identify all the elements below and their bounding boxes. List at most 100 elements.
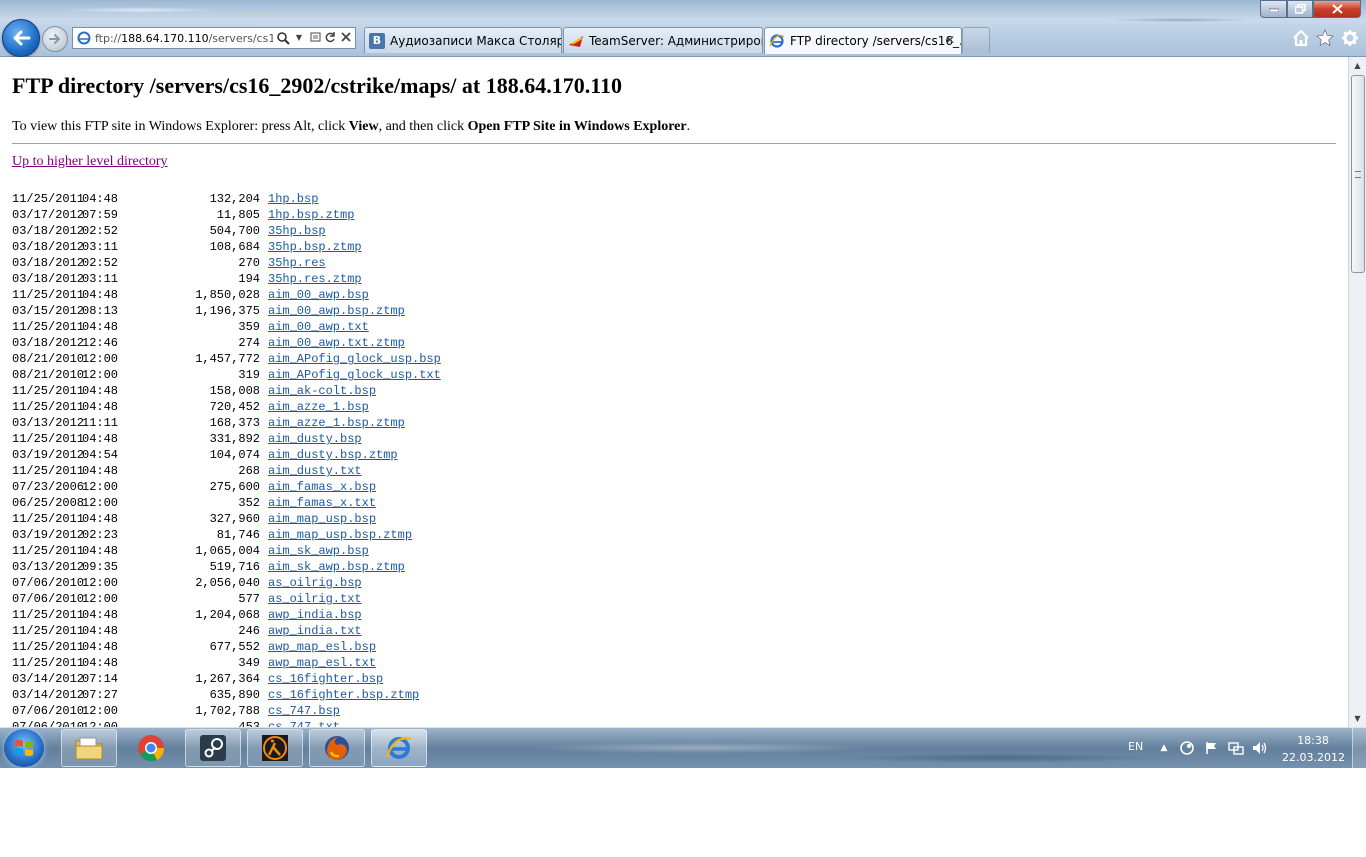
file-date: 06/25/2008: [12, 496, 85, 510]
file-size: 274: [238, 336, 260, 350]
back-button[interactable]: [2, 19, 40, 57]
file-row: 03/17/201207:59 11,805 1hp.bsp.ztmp: [12, 207, 441, 223]
file-link[interactable]: aim_00_awp.bsp.ztmp: [268, 304, 405, 318]
file-link[interactable]: aim_APofig_glock_usp.bsp: [268, 352, 441, 366]
favorites-star-icon[interactable]: [1315, 29, 1335, 49]
file-time: 04:48: [82, 400, 119, 414]
file-time: 12:00: [82, 704, 119, 718]
file-link[interactable]: aim_dusty.bsp.ztmp: [268, 448, 398, 462]
file-link[interactable]: aim_azze_1.bsp.ztmp: [268, 416, 405, 430]
taskbar-explorer[interactable]: [61, 729, 117, 767]
file-size: 246: [238, 624, 260, 638]
stop-icon[interactable]: [339, 31, 353, 45]
start-button[interactable]: [4, 729, 44, 767]
taskbar-half-life[interactable]: [247, 729, 303, 767]
clock-time[interactable]: 18:38: [1288, 734, 1338, 747]
maximize-button[interactable]: [1287, 0, 1313, 18]
file-date: 11/25/2011: [12, 400, 85, 414]
file-link[interactable]: aim_famas_x.bsp: [268, 480, 376, 494]
minimize-button[interactable]: [1260, 0, 1287, 18]
file-date: 08/21/2010: [12, 352, 85, 366]
file-link[interactable]: aim_map_usp.bsp: [268, 512, 376, 526]
tab-vk-audio[interactable]: B Аудиозаписи Макса Столяро...: [364, 27, 562, 53]
taskbar-internet-explorer[interactable]: [371, 729, 427, 767]
vertical-scrollbar[interactable]: ▲ ▼: [1348, 57, 1366, 727]
file-link[interactable]: aim_sk_awp.bsp: [268, 544, 369, 558]
compatibility-view-icon[interactable]: [309, 31, 323, 45]
file-time: 04:48: [82, 320, 119, 334]
tab-ftp-directory[interactable]: FTP directory /servers/cs16_... ✕: [764, 27, 962, 54]
tools-gear-icon[interactable]: [1340, 29, 1360, 49]
search-icon[interactable]: [276, 31, 290, 45]
file-link[interactable]: awp_map_esl.txt: [268, 656, 376, 670]
file-time: 09:35: [82, 560, 119, 574]
action-center-flag-icon[interactable]: [1203, 741, 1219, 755]
file-date: 03/17/2012: [12, 208, 85, 222]
file-link[interactable]: aim_APofig_glock_usp.txt: [268, 368, 441, 382]
file-row: 08/21/201012:00 319 aim_APofig_glock_usp.t…: [12, 367, 441, 383]
taskbar-chrome[interactable]: [123, 729, 179, 767]
file-link[interactable]: 35hp.bsp: [268, 224, 326, 238]
up-directory-link[interactable]: Up to higher level directory: [12, 154, 168, 170]
scroll-thumb[interactable]: [1351, 75, 1365, 273]
show-hidden-icons-icon[interactable]: ▲: [1156, 741, 1172, 755]
file-link[interactable]: 1hp.bsp: [268, 192, 318, 206]
file-link[interactable]: aim_dusty.txt: [268, 464, 362, 478]
volume-icon[interactable]: [1252, 741, 1268, 755]
file-date: 03/13/2012: [12, 560, 85, 574]
file-link[interactable]: aim_famas_x.txt: [268, 496, 376, 510]
file-link[interactable]: aim_ak-colt.bsp: [268, 384, 376, 398]
taskbar-steam[interactable]: [185, 729, 241, 767]
file-link[interactable]: cs_747.txt: [268, 720, 340, 727]
close-icon: [1331, 4, 1343, 14]
file-link[interactable]: aim_00_awp.bsp: [268, 288, 369, 302]
address-url[interactable]: ftp://188.64.170.110/servers/cs16_: [95, 32, 273, 45]
file-link[interactable]: awp_india.bsp: [268, 608, 362, 622]
vk-icon: B: [369, 32, 385, 49]
dropdown-icon[interactable]: ▼: [292, 31, 306, 45]
file-link[interactable]: cs_747.bsp: [268, 704, 340, 718]
file-time: 04:48: [82, 544, 119, 558]
refresh-icon[interactable]: [323, 31, 337, 45]
file-size: 194: [238, 272, 260, 286]
file-link[interactable]: 35hp.res.ztmp: [268, 272, 362, 286]
file-row: 03/18/201202:52 270 35hp.res: [12, 255, 441, 271]
file-link[interactable]: awp_map_esl.bsp: [268, 640, 376, 654]
file-date: 03/15/2012: [12, 304, 85, 318]
file-time: 12:00: [82, 368, 119, 382]
file-link[interactable]: aim_sk_awp.bsp.ztmp: [268, 560, 405, 574]
file-link[interactable]: 35hp.res: [268, 256, 326, 270]
file-link[interactable]: aim_map_usp.bsp.ztmp: [268, 528, 412, 542]
steam-tray-icon[interactable]: [1179, 741, 1195, 755]
file-link[interactable]: cs_16fighter.bsp.ztmp: [268, 688, 419, 702]
file-link[interactable]: aim_dusty.bsp: [268, 432, 362, 446]
file-link[interactable]: cs_16fighter.bsp: [268, 672, 383, 686]
file-listing: 11/25/201104:48 132,204 1hp.bsp 03/17/20120…: [12, 191, 441, 727]
file-link[interactable]: awp_india.txt: [268, 624, 362, 638]
file-row: 03/18/201203:11 108,684 35hp.bsp.ztmp: [12, 239, 441, 255]
taskbar-firefox[interactable]: [309, 729, 365, 767]
file-link[interactable]: aim_00_awp.txt.ztmp: [268, 336, 405, 350]
file-size: 677,552: [209, 640, 260, 654]
scroll-up-arrow-icon[interactable]: ▲: [1349, 57, 1366, 74]
close-button[interactable]: [1313, 0, 1361, 18]
file-link[interactable]: aim_azze_1.bsp: [268, 400, 369, 414]
language-indicator[interactable]: EN: [1128, 740, 1143, 753]
new-tab-button[interactable]: [962, 27, 990, 53]
file-link[interactable]: aim_00_awp.txt: [268, 320, 369, 334]
file-link[interactable]: as_oilrig.txt: [268, 592, 362, 606]
tab-teamserver[interactable]: TeamServer: Администрирова...: [563, 27, 763, 53]
file-link[interactable]: 35hp.bsp.ztmp: [268, 240, 362, 254]
forward-button[interactable]: [42, 26, 68, 52]
scroll-down-arrow-icon[interactable]: ▼: [1349, 710, 1366, 727]
address-bar[interactable]: ftp://188.64.170.110/servers/cs16_ ▼: [72, 27, 356, 49]
file-time: 12:00: [82, 352, 119, 366]
show-desktop-button[interactable]: [1352, 728, 1366, 769]
tab-close-icon[interactable]: ✕: [945, 33, 955, 47]
file-size: 268: [238, 464, 260, 478]
file-link[interactable]: 1hp.bsp.ztmp: [268, 208, 354, 222]
clock-date[interactable]: 22.03.2012: [1282, 751, 1345, 764]
network-icon[interactable]: [1228, 741, 1244, 755]
home-icon[interactable]: [1291, 29, 1311, 49]
file-link[interactable]: as_oilrig.bsp: [268, 576, 362, 590]
